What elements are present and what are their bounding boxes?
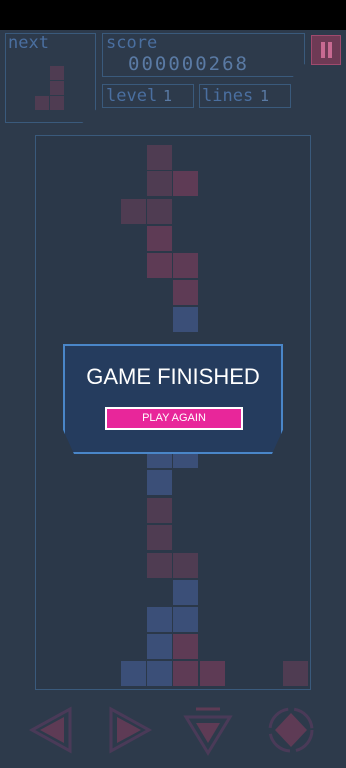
- next-piece-cell: [50, 96, 64, 110]
- block: [147, 553, 172, 578]
- block: [200, 661, 225, 686]
- block: [147, 470, 172, 495]
- pause-icon: [321, 42, 325, 58]
- lines-value: 1: [260, 87, 270, 105]
- block: [147, 661, 172, 686]
- next-label: next: [8, 33, 49, 53]
- next-piece-cell: [50, 81, 64, 95]
- score-label: score: [106, 33, 158, 53]
- rotate-icon: [268, 707, 314, 753]
- pause-button[interactable]: [311, 35, 341, 65]
- block: [283, 661, 308, 686]
- block: [173, 661, 198, 686]
- status-bar: [0, 0, 346, 30]
- lines-label: lines: [202, 86, 254, 106]
- block: [173, 307, 198, 332]
- game-over-dialog: GAME FINISHED PLAY AGAIN: [63, 344, 283, 454]
- move-left-button[interactable]: [26, 703, 78, 757]
- drop-icon: [183, 707, 233, 756]
- pause-icon: [328, 42, 332, 58]
- move-left-icon: [28, 706, 72, 754]
- score-value: 000000268: [128, 53, 249, 75]
- move-right-icon: [109, 706, 153, 754]
- level-value: 1: [163, 87, 173, 105]
- block: [147, 634, 172, 659]
- block: [147, 171, 172, 196]
- play-again-button[interactable]: PLAY AGAIN: [105, 407, 243, 430]
- next-piece-cell: [50, 66, 64, 80]
- game-over-title: GAME FINISHED: [86, 364, 260, 389]
- block: [147, 199, 172, 224]
- next-piece-cell: [35, 96, 49, 110]
- block: [121, 199, 146, 224]
- block: [173, 607, 198, 632]
- block: [173, 634, 198, 659]
- drop-button[interactable]: [182, 703, 234, 757]
- block: [147, 525, 172, 550]
- block: [173, 253, 198, 278]
- block: [147, 498, 172, 523]
- block: [147, 607, 172, 632]
- block: [173, 580, 198, 605]
- rotate-button[interactable]: [265, 703, 317, 757]
- block: [121, 661, 146, 686]
- move-right-button[interactable]: [103, 703, 155, 757]
- block: [173, 280, 198, 305]
- block: [173, 171, 198, 196]
- block: [147, 253, 172, 278]
- block: [147, 226, 172, 251]
- block: [173, 553, 198, 578]
- level-label: level: [106, 86, 158, 106]
- block: [147, 145, 172, 170]
